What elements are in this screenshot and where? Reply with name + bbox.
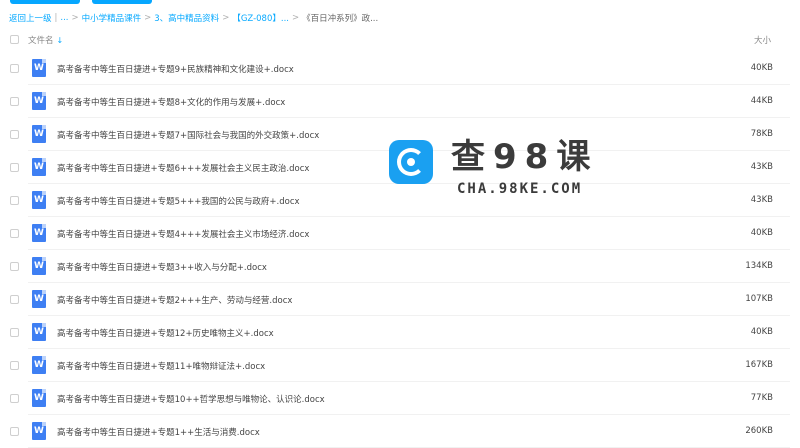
breadcrumb-ellipsis[interactable]: ... — [60, 13, 68, 23]
file-row[interactable]: W 高考备考中等生百日捷进+专题2+++生产、劳动与经营.docx 107KB — [0, 284, 800, 316]
file-name[interactable]: 高考备考中等生百日捷进+专题6+++发展社会主义民主政治.docx — [57, 162, 309, 174]
column-size[interactable]: 大小 — [754, 34, 771, 46]
file-size: 43KB — [750, 162, 773, 172]
row-checkbox[interactable] — [10, 295, 19, 304]
file-name[interactable]: 高考备考中等生百日捷进+专题12+历史唯物主义+.docx — [57, 327, 274, 339]
file-size: 44KB — [750, 96, 773, 106]
word-file-icon: W — [32, 224, 46, 242]
word-file-icon: W — [32, 389, 46, 407]
file-size: 77KB — [750, 393, 773, 403]
word-file-icon: W — [32, 59, 46, 77]
file-size: 40KB — [750, 327, 773, 337]
site-logo-icon — [389, 140, 433, 184]
file-name[interactable]: 高考备考中等生百日捷进+专题1++生活与消费.docx — [57, 426, 260, 438]
file-name[interactable]: 高考备考中等生百日捷进+专题3++收入与分配+.docx — [57, 261, 267, 273]
file-name[interactable]: 高考备考中等生百日捷进+专题10++哲学思想与唯物论、认识论.docx — [57, 393, 325, 405]
breadcrumb-item-2[interactable]: 3、高中精品资料 — [154, 12, 219, 24]
file-row[interactable]: W 高考备考中等生百日捷进+专题8+文化的作用与发展+.docx 44KB — [0, 86, 800, 118]
file-name[interactable]: 高考备考中等生百日捷进+专题8+文化的作用与发展+.docx — [57, 96, 285, 108]
file-name[interactable]: 高考备考中等生百日捷进+专题7+国际社会与我国的外交政策+.docx — [57, 129, 319, 141]
row-checkbox[interactable] — [10, 229, 19, 238]
file-row[interactable]: W 高考备考中等生百日捷进+专题10++哲学思想与唯物论、认识论.docx 77KB — [0, 383, 800, 415]
word-file-icon: W — [32, 191, 46, 209]
file-size: 78KB — [750, 129, 773, 139]
row-checkbox[interactable] — [10, 196, 19, 205]
breadcrumb-item-3[interactable]: 【GZ-080】... — [232, 12, 289, 24]
row-checkbox[interactable] — [10, 163, 19, 172]
file-name[interactable]: 高考备考中等生百日捷进+专题5+++我国的公民与政府+.docx — [57, 195, 300, 207]
row-checkbox[interactable] — [10, 328, 19, 337]
word-file-icon: W — [32, 422, 46, 440]
word-file-icon: W — [32, 356, 46, 374]
row-checkbox[interactable] — [10, 64, 19, 73]
select-all-checkbox[interactable] — [10, 35, 19, 44]
file-size: 40KB — [750, 63, 773, 73]
breadcrumb-item-1[interactable]: 中小学精品课件 — [82, 12, 142, 24]
top-tab-strip — [0, 0, 800, 4]
file-name[interactable]: 高考备考中等生百日捷进+专题4+++发展社会主义市场经济.docx — [57, 228, 309, 240]
file-row[interactable]: W 高考备考中等生百日捷进+专题1++生活与消费.docx 260KB — [0, 416, 800, 448]
file-name[interactable]: 高考备考中等生百日捷进+专题11+唯物辩证法+.docx — [57, 360, 265, 372]
list-header: 文件名 ↓ 大小 — [0, 31, 800, 49]
breadcrumb-current: 《百日冲系列》政... — [302, 14, 379, 24]
watermark: 查98课 CHA.98KE.COM — [389, 137, 604, 209]
file-size: 107KB — [745, 294, 773, 304]
file-row[interactable]: W 高考备考中等生百日捷进+专题11+唯物辩证法+.docx 167KB — [0, 350, 800, 382]
file-size: 167KB — [745, 360, 773, 370]
breadcrumb: 返回上一级 | ... > 中小学精品课件 > 3、高中精品资料 > 【GZ-0… — [9, 12, 379, 24]
watermark-subtitle: CHA.98KE.COM — [457, 181, 583, 197]
word-file-icon: W — [32, 323, 46, 341]
file-size: 40KB — [750, 228, 773, 238]
file-name[interactable]: 高考备考中等生百日捷进+专题9+民族精神和文化建设+.docx — [57, 63, 294, 75]
row-checkbox[interactable] — [10, 97, 19, 106]
top-tab-1[interactable] — [10, 0, 80, 4]
file-row[interactable]: W 高考备考中等生百日捷进+专题4+++发展社会主义市场经济.docx 40KB — [0, 218, 800, 250]
row-checkbox[interactable] — [10, 427, 19, 436]
word-file-icon: W — [32, 92, 46, 110]
file-size: 134KB — [745, 261, 773, 271]
file-size: 43KB — [750, 195, 773, 205]
word-file-icon: W — [32, 158, 46, 176]
sort-down-icon[interactable]: ↓ — [57, 36, 64, 45]
file-row[interactable]: W 高考备考中等生百日捷进+专题9+民族精神和文化建设+.docx 40KB — [0, 53, 800, 85]
word-file-icon: W — [32, 257, 46, 275]
file-row[interactable]: W 高考备考中等生百日捷进+专题12+历史唯物主义+.docx 40KB — [0, 317, 800, 349]
file-size: 260KB — [745, 426, 773, 436]
top-tab-2[interactable] — [92, 0, 152, 4]
row-checkbox[interactable] — [10, 130, 19, 139]
file-name[interactable]: 高考备考中等生百日捷进+专题2+++生产、劳动与经营.docx — [57, 294, 292, 306]
watermark-title: 查98课 — [451, 137, 599, 177]
word-file-icon: W — [32, 290, 46, 308]
row-checkbox[interactable] — [10, 394, 19, 403]
file-row[interactable]: W 高考备考中等生百日捷进+专题3++收入与分配+.docx 134KB — [0, 251, 800, 283]
column-filename[interactable]: 文件名 ↓ — [28, 34, 63, 46]
row-checkbox[interactable] — [10, 361, 19, 370]
row-checkbox[interactable] — [10, 262, 19, 271]
word-file-icon: W — [32, 125, 46, 143]
back-link[interactable]: 返回上一级 — [9, 12, 52, 24]
